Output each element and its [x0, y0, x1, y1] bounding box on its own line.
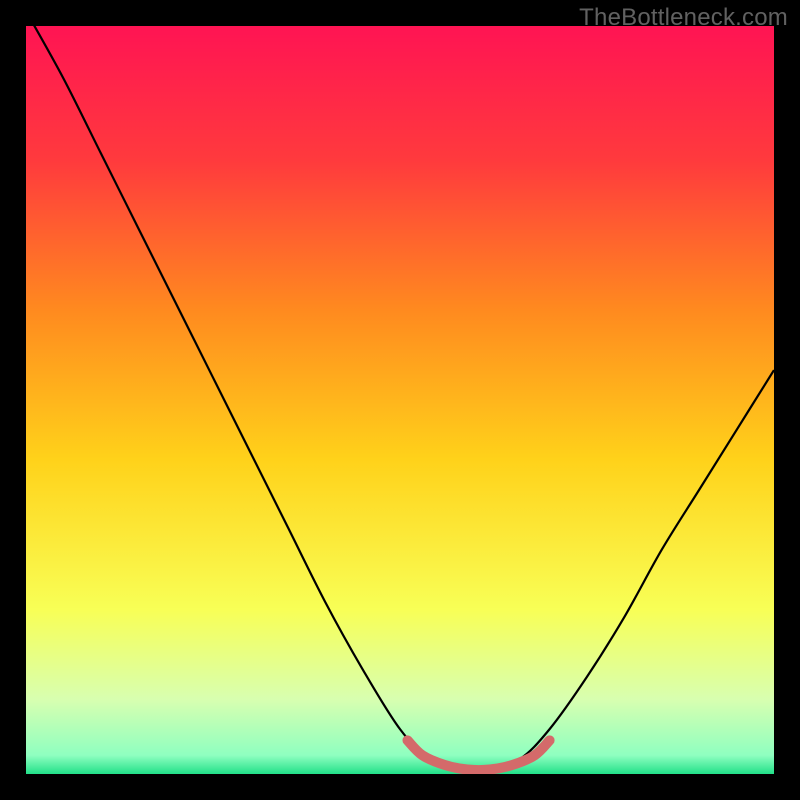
plot-area: [26, 26, 774, 774]
chart-frame: TheBottleneck.com: [0, 0, 800, 800]
bottleneck-chart: [26, 26, 774, 774]
watermark-text: TheBottleneck.com: [579, 4, 788, 32]
gradient-background: [26, 26, 774, 774]
